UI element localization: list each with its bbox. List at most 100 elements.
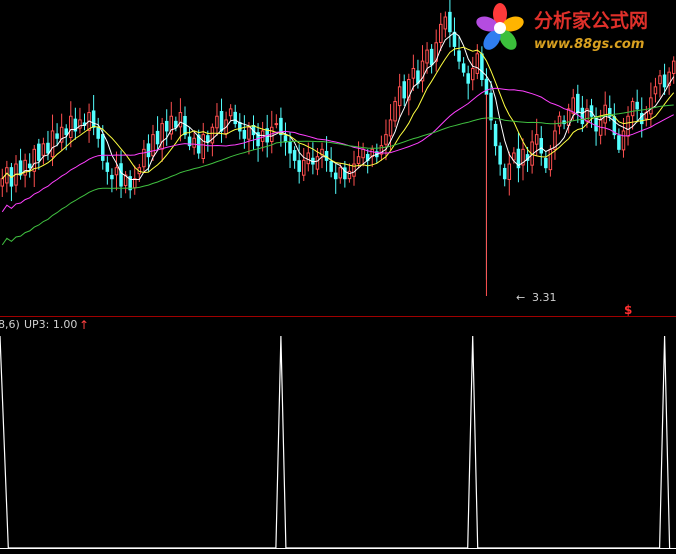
candle[interactable] — [617, 128, 621, 154]
candle[interactable] — [46, 130, 50, 161]
candle[interactable] — [27, 153, 32, 178]
candle[interactable] — [475, 44, 480, 80]
up-arrow-icon: ↑ — [79, 318, 89, 332]
candle[interactable] — [461, 57, 466, 77]
candle[interactable] — [480, 46, 484, 87]
candle[interactable] — [215, 103, 219, 136]
candle[interactable] — [521, 138, 525, 181]
candle[interactable] — [279, 107, 283, 147]
candle[interactable] — [301, 147, 306, 182]
candle[interactable] — [9, 162, 14, 202]
candle[interactable] — [87, 103, 91, 143]
candle[interactable] — [384, 119, 388, 161]
candle[interactable] — [187, 127, 192, 151]
candle[interactable] — [132, 165, 137, 195]
candle[interactable] — [553, 120, 557, 160]
candle[interactable] — [352, 150, 356, 186]
candle[interactable] — [630, 97, 635, 130]
candle[interactable] — [228, 104, 233, 121]
candle[interactable] — [530, 130, 534, 174]
candle[interactable] — [457, 35, 461, 70]
candle[interactable] — [502, 163, 507, 187]
candle[interactable] — [311, 142, 315, 175]
candle[interactable] — [429, 44, 434, 74]
watermark-logo: 分析家公式网 www.88gs.com — [476, 3, 648, 52]
candle[interactable] — [142, 139, 146, 172]
indicator-label: UP3: 1.00 — [24, 318, 77, 331]
candle[interactable] — [270, 110, 274, 154]
candle[interactable] — [169, 101, 174, 140]
candle[interactable] — [69, 101, 73, 148]
candle[interactable] — [55, 123, 59, 147]
candle[interactable] — [544, 151, 548, 173]
indicator-panel[interactable] — [0, 335, 676, 549]
candle[interactable] — [576, 84, 580, 123]
candle[interactable] — [448, 0, 452, 48]
candle[interactable] — [123, 171, 128, 194]
indicator-params: 8,6) — [0, 318, 20, 331]
candle[interactable] — [516, 132, 521, 183]
candle[interactable] — [402, 74, 406, 107]
candle[interactable] — [466, 65, 470, 100]
candle[interactable] — [594, 107, 598, 146]
candle[interactable] — [470, 56, 475, 91]
candle[interactable] — [375, 143, 379, 164]
candle[interactable] — [238, 113, 242, 140]
candle[interactable] — [539, 126, 544, 166]
candle[interactable] — [635, 89, 639, 123]
candle[interactable] — [653, 77, 658, 103]
candle[interactable] — [256, 123, 260, 162]
candle[interactable] — [329, 147, 333, 178]
candle[interactable] — [32, 145, 37, 188]
candle[interactable] — [201, 122, 206, 164]
candle[interactable] — [333, 164, 338, 194]
candle[interactable] — [658, 69, 662, 98]
candle[interactable] — [128, 170, 132, 199]
candle[interactable] — [41, 137, 46, 165]
candle[interactable] — [397, 73, 402, 117]
candle[interactable] — [0, 168, 5, 197]
candle[interactable] — [507, 151, 512, 196]
candle[interactable] — [420, 45, 425, 93]
candle[interactable] — [96, 117, 100, 148]
candle[interactable] — [5, 160, 9, 193]
low-marker-arrow: ← — [516, 291, 525, 304]
candle[interactable] — [283, 122, 288, 156]
watermark-url: www.88gs.com — [534, 37, 644, 52]
candle[interactable] — [18, 148, 23, 180]
candle[interactable] — [37, 138, 41, 170]
candle[interactable] — [59, 113, 64, 151]
candle[interactable] — [78, 107, 82, 134]
candle[interactable] — [292, 146, 297, 169]
candle[interactable] — [603, 91, 607, 136]
candle[interactable] — [343, 160, 347, 188]
candle[interactable] — [114, 151, 119, 191]
candle[interactable] — [155, 116, 160, 151]
candle[interactable] — [498, 142, 502, 176]
flower-icon — [476, 3, 524, 50]
candle[interactable] — [73, 107, 78, 140]
candle[interactable] — [493, 120, 498, 156]
candle[interactable] — [164, 109, 169, 146]
candle[interactable] — [119, 150, 123, 198]
candle[interactable] — [219, 98, 224, 143]
candle[interactable] — [274, 114, 279, 129]
candle[interactable] — [242, 115, 247, 149]
candle[interactable] — [667, 67, 671, 95]
candle[interactable] — [82, 113, 87, 131]
candle[interactable] — [393, 96, 397, 128]
candle[interactable] — [178, 98, 183, 142]
candle[interactable] — [443, 11, 448, 38]
candle[interactable] — [233, 104, 237, 128]
candle[interactable] — [434, 29, 438, 72]
candle[interactable] — [91, 94, 96, 136]
candle[interactable] — [671, 56, 676, 84]
candle[interactable] — [439, 12, 443, 52]
candle[interactable] — [196, 129, 201, 159]
candle[interactable] — [356, 141, 361, 169]
candle[interactable] — [580, 95, 585, 132]
candle[interactable] — [105, 156, 110, 185]
candle[interactable] — [192, 131, 196, 155]
candle[interactable] — [251, 115, 256, 150]
candle[interactable] — [160, 117, 164, 162]
